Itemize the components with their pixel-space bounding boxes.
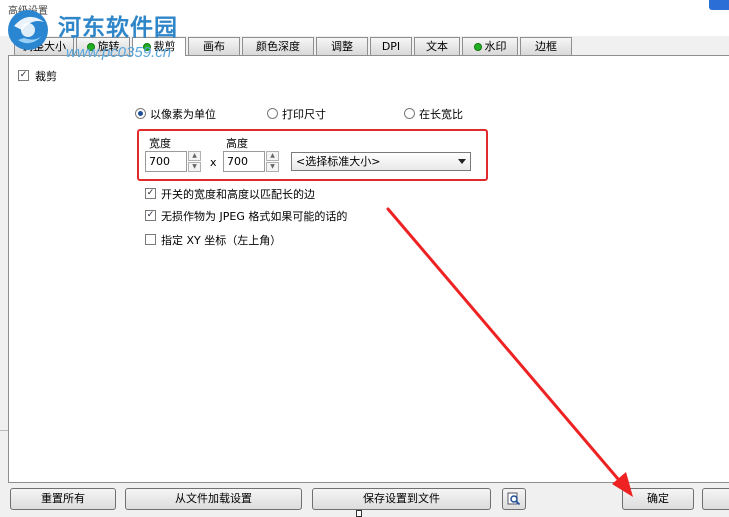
option-lossless-checkbox[interactable] [145, 210, 156, 221]
reset-all-button[interactable]: 重置所有 [10, 488, 116, 510]
tab-label: 水印 [484, 39, 507, 53]
tab-label: DPI [381, 39, 401, 53]
tab-border[interactable]: 边框 [520, 37, 572, 55]
tab-color-depth[interactable]: 颜色深度 [242, 37, 314, 55]
tab-label: 画布 [203, 39, 225, 53]
magnifier-page-icon [507, 492, 521, 506]
tab-label: 调整 [331, 39, 353, 53]
blue-logo-icon [8, 10, 48, 50]
tab-text[interactable]: 文本 [414, 37, 460, 55]
crop-panel [8, 55, 729, 483]
tab-label: 文本 [426, 39, 448, 53]
option-xy-label: 指定 XY 坐标（左上角） [161, 234, 282, 247]
cancel-button-partial[interactable] [702, 488, 729, 510]
preview-button[interactable] [502, 488, 526, 510]
option-swap-label: 开关的宽度和高度以匹配长的边 [161, 188, 315, 201]
option-lossless-label: 无损作物为 JPEG 格式如果可能的话的 [161, 210, 348, 223]
tab-label: 边框 [535, 39, 557, 53]
tab-adjust[interactable]: 调整 [316, 37, 368, 55]
load-settings-button[interactable]: 从文件加载设置 [125, 488, 302, 510]
radio-aspect-ratio[interactable] [404, 108, 415, 119]
green-dot-icon [473, 42, 482, 51]
option-xy-checkbox[interactable] [145, 234, 156, 245]
ok-button[interactable]: 确定 [622, 488, 694, 510]
highlight-box [137, 129, 488, 181]
tab-dpi[interactable]: DPI [370, 37, 412, 55]
close-button[interactable] [709, 0, 729, 10]
radio-pixels-label: 以像素为单位 [150, 108, 216, 121]
option-swap-checkbox[interactable] [145, 188, 156, 199]
save-settings-button[interactable]: 保存设置到文件 [312, 488, 491, 510]
panel-edge [0, 430, 8, 480]
tab-watermark[interactable]: 水印 [462, 37, 518, 55]
radio-aspect-ratio-label: 在长宽比 [419, 108, 463, 121]
watermark-url: www.pc0359.cn [66, 44, 172, 61]
watermark-title: 河东软件园 [58, 14, 178, 41]
radio-print-size[interactable] [267, 108, 278, 119]
radio-pixels[interactable] [135, 108, 146, 119]
crop-checkbox[interactable] [18, 70, 29, 81]
watermark: 河东软件园 www.pc0359.cn [4, 4, 204, 61]
tab-label: 颜色深度 [256, 39, 300, 53]
resize-grip [356, 510, 362, 517]
radio-print-size-label: 打印尺寸 [282, 108, 326, 121]
crop-label: 裁剪 [35, 70, 57, 83]
